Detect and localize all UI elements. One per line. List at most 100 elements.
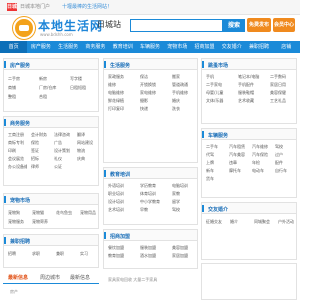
city-label[interactable]: 日城站 <box>97 21 121 29</box>
list-item[interactable]: 宠物服务 <box>8 219 27 224</box>
list-item[interactable]: 代驾 <box>206 152 225 157</box>
list-item[interactable]: 广告 <box>54 140 73 145</box>
list-item[interactable]: 驾校 <box>275 144 294 149</box>
tab-latest-2[interactable]: 最新信息 <box>70 276 90 281</box>
list-item[interactable]: 驾校 <box>172 207 201 212</box>
list-item[interactable]: 文体/乐器 <box>206 98 235 103</box>
list-item[interactable]: 宠物猫 <box>32 210 51 215</box>
list-item[interactable]: 二手车 <box>206 144 225 149</box>
section-title[interactable]: 招商加盟 <box>110 233 130 240</box>
nav-item[interactable]: 招商加盟 <box>191 41 218 53</box>
list-item[interactable]: 家教 <box>172 191 201 196</box>
list-item[interactable]: 宠物寄养 <box>32 219 51 224</box>
list-item[interactable]: 家居加盟 <box>172 253 201 258</box>
member-center-button[interactable]: 会员中心 <box>273 18 295 32</box>
list-item[interactable]: 手机 <box>206 74 235 79</box>
list-item[interactable]: 设计培训 <box>108 199 137 204</box>
list-item[interactable]: 日租短租 <box>70 85 96 90</box>
list-item[interactable]: 快递 <box>140 106 169 111</box>
top-hint[interactable]: 十堰最棒的生活网站！ <box>62 5 112 10</box>
list-item[interactable]: 会议展览 <box>8 156 27 161</box>
list-item[interactable]: 违章 <box>229 160 248 165</box>
list-item[interactable]: 汽车租赁 <box>229 144 248 149</box>
list-item[interactable]: 招聘 <box>8 251 27 256</box>
list-item[interactable]: 商标专利 <box>8 140 27 145</box>
list-item[interactable]: 宠物狗 <box>8 210 27 215</box>
list-item[interactable]: 搬家 <box>172 74 201 79</box>
list-item[interactable]: 手机配件 <box>238 82 267 87</box>
list-item[interactable]: 办公设备维修 <box>8 164 27 169</box>
list-item[interactable]: 征婚交友 <box>206 219 225 224</box>
list-item[interactable]: 公证 <box>54 164 73 169</box>
list-item[interactable]: 保洁 <box>140 74 169 79</box>
list-item[interactable]: 会计财务 <box>31 132 50 137</box>
list-item[interactable]: 二手数码 <box>270 74 299 79</box>
list-item[interactable]: 同城聚会 <box>254 219 273 224</box>
list-item[interactable]: 母婴/儿童 <box>206 90 235 95</box>
list-item[interactable]: 律师 <box>31 164 50 169</box>
latest-info-line[interactable]: 家具家电回收 大量二手家具 <box>108 278 157 282</box>
list-item[interactable]: 写字楼 <box>70 76 96 81</box>
list-item[interactable]: 过户 <box>275 152 294 157</box>
list-item[interactable]: 笔记本/电脑 <box>238 74 267 79</box>
list-item[interactable]: 兼职 <box>56 251 75 256</box>
list-item[interactable]: 网站建设 <box>77 140 96 145</box>
list-item[interactable]: 维修 <box>108 82 137 87</box>
list-item[interactable]: 汽车美容 <box>229 152 248 157</box>
list-item[interactable]: 婚介 <box>230 219 249 224</box>
list-item[interactable]: 家政服务 <box>108 74 137 79</box>
list-item[interactable]: 货车 <box>206 176 225 181</box>
list-item[interactable]: 庆典 <box>77 156 96 161</box>
list-item[interactable]: 摩托车 <box>229 168 248 173</box>
list-item[interactable]: 厂房/仓库 <box>39 85 65 90</box>
section-title[interactable]: 车辆服务 <box>208 132 228 139</box>
section-title[interactable]: 兼职招聘 <box>10 238 30 245</box>
nav-item[interactable]: 店铺 <box>273 41 300 53</box>
list-item[interactable]: 新房 <box>39 76 65 81</box>
list-item[interactable]: 家居日用 <box>270 82 299 87</box>
list-item[interactable]: 翻译 <box>77 132 96 137</box>
list-item[interactable]: 自行车 <box>275 168 294 173</box>
section-title[interactable]: 商务服务 <box>10 120 30 127</box>
list-item[interactable]: 汽车保险 <box>252 152 271 157</box>
list-item[interactable]: 外语培训 <box>108 183 137 188</box>
list-item[interactable]: 早教 <box>140 207 169 212</box>
list-item[interactable]: 服装鞋帽 <box>238 90 267 95</box>
list-item[interactable]: 年检 <box>252 160 271 165</box>
list-item[interactable]: 体育培训 <box>140 191 169 196</box>
list-item[interactable]: 宠物用品 <box>80 210 99 215</box>
nav-item[interactable]: 首页 <box>0 41 28 53</box>
list-item[interactable]: 电脑维修 <box>108 90 137 95</box>
post-button[interactable]: 免费发布 <box>247 18 271 32</box>
section-title[interactable]: 交友婚介 <box>208 206 228 213</box>
nav-item[interactable]: 房产服务 <box>27 41 54 53</box>
list-item[interactable]: 打印复印 <box>108 106 137 111</box>
logo-text[interactable]: 本地生活网 <box>38 20 103 32</box>
list-item[interactable]: 美容保健 <box>270 90 299 95</box>
nav-item[interactable]: 宠物市场 <box>164 41 191 53</box>
list-item[interactable]: 求职 <box>32 251 51 256</box>
list-item[interactable]: 家电维修 <box>140 90 169 95</box>
list-item[interactable]: 留学 <box>172 199 201 204</box>
search-button[interactable]: 搜索 <box>223 19 245 32</box>
logo-icon[interactable] <box>13 17 35 39</box>
section-title[interactable]: 房产服务 <box>10 62 30 69</box>
list-item[interactable]: 工商注册 <box>8 132 27 137</box>
list-item[interactable]: 户外活动 <box>278 219 297 224</box>
list-item[interactable]: 保险 <box>31 140 50 145</box>
list-item[interactable]: 艺术培训 <box>108 207 137 212</box>
list-item[interactable]: 设计策划 <box>54 148 73 153</box>
list-item[interactable]: 二手家电 <box>206 82 235 87</box>
list-item[interactable]: 鲜花绿植 <box>108 98 137 103</box>
list-item[interactable]: 礼仪 <box>54 156 73 161</box>
nav-item[interactable]: 交友婚介 <box>218 41 245 53</box>
list-item[interactable]: 汽车维修 <box>252 144 271 149</box>
list-item[interactable]: 电动车 <box>252 168 271 173</box>
list-item[interactable]: 招标 <box>31 156 50 161</box>
list-item[interactable]: 酒水加盟 <box>140 253 169 258</box>
list-item[interactable]: 签证 <box>31 148 50 153</box>
list-item[interactable]: 中小学教育 <box>140 199 169 204</box>
list-item[interactable]: 花鸟鱼虫 <box>56 210 75 215</box>
list-item[interactable]: 商铺 <box>8 85 34 90</box>
list-item[interactable]: 美容加盟 <box>172 245 201 250</box>
